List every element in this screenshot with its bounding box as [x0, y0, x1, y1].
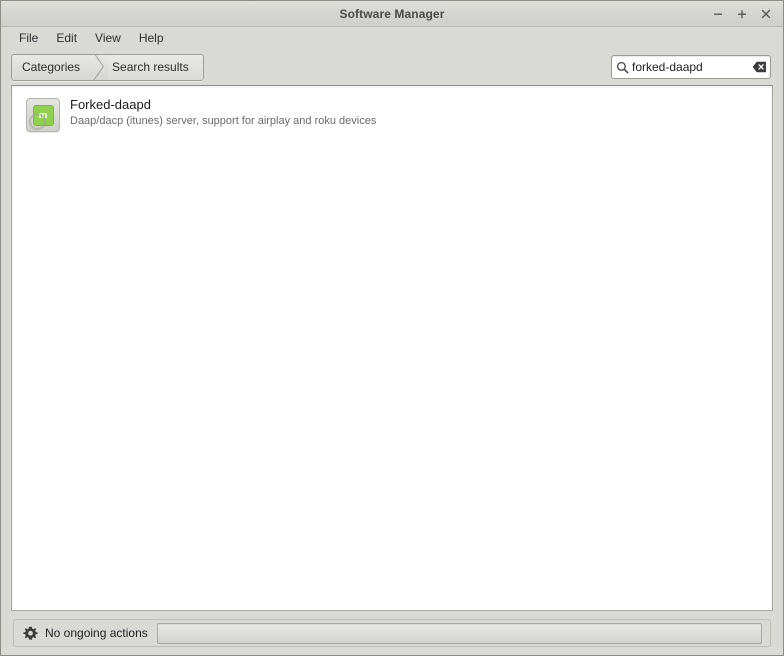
list-item-title: Forked-daapd — [70, 97, 151, 112]
window-controls — [707, 1, 777, 26]
chevron-right-icon — [92, 54, 109, 80]
menu-item-view[interactable]: View — [86, 30, 130, 47]
breadcrumb-item-search-results[interactable]: Search results — [108, 54, 203, 80]
close-button[interactable] — [755, 4, 777, 24]
clear-search-icon[interactable] — [748, 61, 770, 73]
results-panel[interactable]: m Forked-daapd Daap/dacp (itunes) server… — [11, 85, 773, 611]
progress-bar — [156, 622, 762, 644]
breadcrumb: Categories Search results — [11, 53, 204, 81]
list-item-text: Forked-daapd Daap/dacp (itunes) server, … — [70, 97, 376, 129]
search-box[interactable] — [611, 55, 771, 79]
menu-item-help[interactable]: Help — [130, 30, 173, 47]
minimize-button[interactable] — [707, 4, 729, 24]
menubar: File Edit View Help — [1, 27, 783, 49]
maximize-button[interactable] — [731, 4, 753, 24]
search-input[interactable] — [632, 60, 748, 74]
breadcrumb-item-categories[interactable]: Categories — [12, 54, 93, 80]
list-item-description: Daap/dacp (itunes) server, support for a… — [70, 115, 377, 127]
window-title: Software Manager — [339, 6, 445, 21]
linux-mint-package-icon: m — [26, 98, 60, 132]
content-area: m Forked-daapd Daap/dacp (itunes) server… — [11, 85, 773, 611]
status-text: No ongoing actions — [45, 626, 148, 640]
titlebar: Software Manager — [1, 1, 783, 27]
search-icon — [612, 61, 632, 74]
search-results-list: m Forked-daapd Daap/dacp (itunes) server… — [12, 86, 772, 138]
software-manager-window: Software Manager File Edit View Help Cat… — [0, 0, 784, 656]
toolbar: Categories Search results — [1, 49, 783, 85]
statusbar: No ongoing actions — [1, 611, 783, 655]
gear-icon — [22, 626, 38, 641]
list-item[interactable]: m Forked-daapd Daap/dacp (itunes) server… — [12, 92, 772, 138]
menu-item-file[interactable]: File — [10, 30, 47, 47]
status-inner: No ongoing actions — [13, 619, 771, 647]
menu-item-edit[interactable]: Edit — [47, 30, 86, 47]
